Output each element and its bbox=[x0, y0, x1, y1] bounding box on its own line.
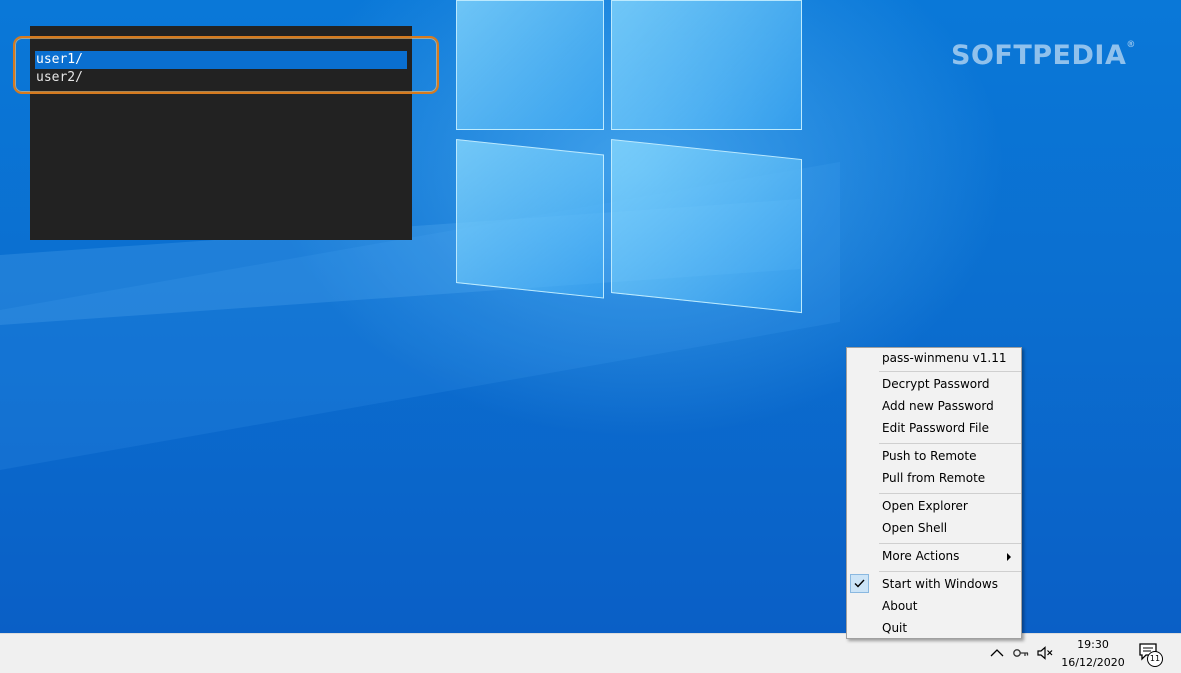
menu-item-add-password[interactable]: Add new Password bbox=[882, 396, 994, 416]
checkbox-start-with-windows[interactable] bbox=[850, 574, 869, 593]
menu-separator bbox=[879, 443, 1021, 444]
menu-separator bbox=[879, 543, 1021, 544]
clock-time: 19:30 bbox=[1077, 638, 1109, 651]
tray-context-menu: pass-winmenu v1.11 Decrypt Password Add … bbox=[846, 347, 1022, 639]
menu-title: pass-winmenu v1.11 bbox=[882, 351, 1007, 365]
menu-separator bbox=[879, 493, 1021, 494]
menu-item-push-remote[interactable]: Push to Remote bbox=[882, 446, 976, 466]
windows-logo-pane bbox=[456, 139, 604, 299]
windows-logo-pane bbox=[456, 0, 604, 130]
menu-item-decrypt-password[interactable]: Decrypt Password bbox=[882, 374, 989, 394]
notification-button[interactable]: 11 bbox=[1136, 642, 1166, 668]
menu-item-more-actions[interactable]: More Actions bbox=[882, 546, 959, 566]
system-clock[interactable]: 19:30 16/12/2020 bbox=[1060, 636, 1126, 672]
menu-item-quit[interactable]: Quit bbox=[882, 618, 907, 638]
menu-item-open-shell[interactable]: Open Shell bbox=[882, 518, 947, 538]
menu-separator bbox=[879, 371, 1021, 372]
taskbar: 19:30 16/12/2020 11 bbox=[0, 633, 1181, 673]
menu-item-edit-password-file[interactable]: Edit Password File bbox=[882, 418, 989, 438]
chevron-up-icon[interactable] bbox=[988, 644, 1006, 662]
softpedia-watermark: SOFTPEDIA® bbox=[951, 40, 1136, 71]
windows-logo-pane bbox=[611, 0, 802, 130]
submenu-arrow-icon bbox=[1007, 553, 1011, 561]
menu-item-pull-remote[interactable]: Pull from Remote bbox=[882, 468, 985, 488]
highlight-frame bbox=[13, 36, 439, 94]
checkmark-icon bbox=[854, 579, 865, 588]
windows-logo-pane bbox=[611, 139, 802, 314]
menu-separator bbox=[879, 571, 1021, 572]
menu-item-start-with-windows[interactable]: Start with Windows bbox=[882, 574, 998, 594]
key-icon[interactable] bbox=[1012, 644, 1030, 662]
clock-date: 16/12/2020 bbox=[1061, 656, 1125, 669]
speaker-muted-icon[interactable] bbox=[1036, 644, 1054, 662]
notification-count: 11 bbox=[1147, 651, 1163, 667]
menu-item-open-explorer[interactable]: Open Explorer bbox=[882, 496, 968, 516]
menu-item-about[interactable]: About bbox=[882, 596, 917, 616]
